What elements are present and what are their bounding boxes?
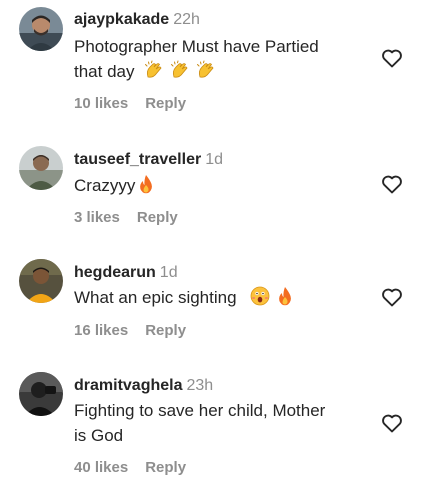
comment-text: Fighting to save her child, Mother is Go… — [74, 398, 374, 448]
like-count[interactable]: 10 likes — [74, 95, 128, 112]
comment-timestamp: 1d — [205, 151, 223, 168]
avatar[interactable] — [19, 259, 63, 303]
comment-text: Photographer Must have Partied that day — [74, 34, 374, 84]
clapping-hands-icon — [170, 60, 190, 80]
comment-text-line: Photographer Must have Partied — [74, 37, 319, 56]
comment-timestamp: 22h — [173, 11, 200, 28]
comment-text: What an epic sighting — [74, 285, 374, 310]
comment-text-line: Crazyyy — [74, 176, 136, 195]
astonished-face-icon — [250, 286, 270, 306]
like-heart-icon[interactable] — [380, 172, 404, 196]
fire-icon — [277, 286, 293, 306]
comment-username[interactable]: hegdearun — [74, 264, 156, 281]
fire-icon — [138, 174, 154, 194]
like-count[interactable]: 16 likes — [74, 322, 128, 339]
comment-username[interactable]: ajaypkakade — [74, 11, 169, 28]
comment-username[interactable]: dramitvaghela — [74, 377, 182, 394]
reply-button[interactable]: Reply — [145, 95, 186, 112]
avatar[interactable] — [19, 372, 63, 416]
comment-text: Crazyyy — [74, 173, 374, 198]
comment-text-line: is God — [74, 426, 124, 445]
like-heart-icon[interactable] — [380, 411, 404, 435]
reply-button[interactable]: Reply — [145, 459, 186, 476]
avatar[interactable] — [19, 146, 63, 190]
like-heart-icon[interactable] — [380, 46, 404, 70]
comment-text-line: that day — [74, 62, 135, 81]
like-count[interactable]: 40 likes — [74, 459, 128, 476]
comment-timestamp: 1d — [159, 264, 178, 281]
clapping-hands-icon — [196, 60, 216, 80]
reply-button[interactable]: Reply — [145, 322, 186, 339]
like-count[interactable]: 3 likes — [74, 209, 120, 226]
reply-button[interactable]: Reply — [137, 209, 178, 226]
avatar[interactable] — [19, 7, 63, 51]
like-heart-icon[interactable] — [380, 285, 404, 309]
comment-username[interactable]: tauseef_traveller — [74, 151, 201, 168]
comment-text-line: Fighting to save her child, Mother — [74, 401, 326, 420]
comment-timestamp: 23h — [186, 377, 214, 394]
clapping-hands-icon — [144, 60, 164, 80]
comment-text-line: What an epic sighting — [74, 288, 237, 307]
